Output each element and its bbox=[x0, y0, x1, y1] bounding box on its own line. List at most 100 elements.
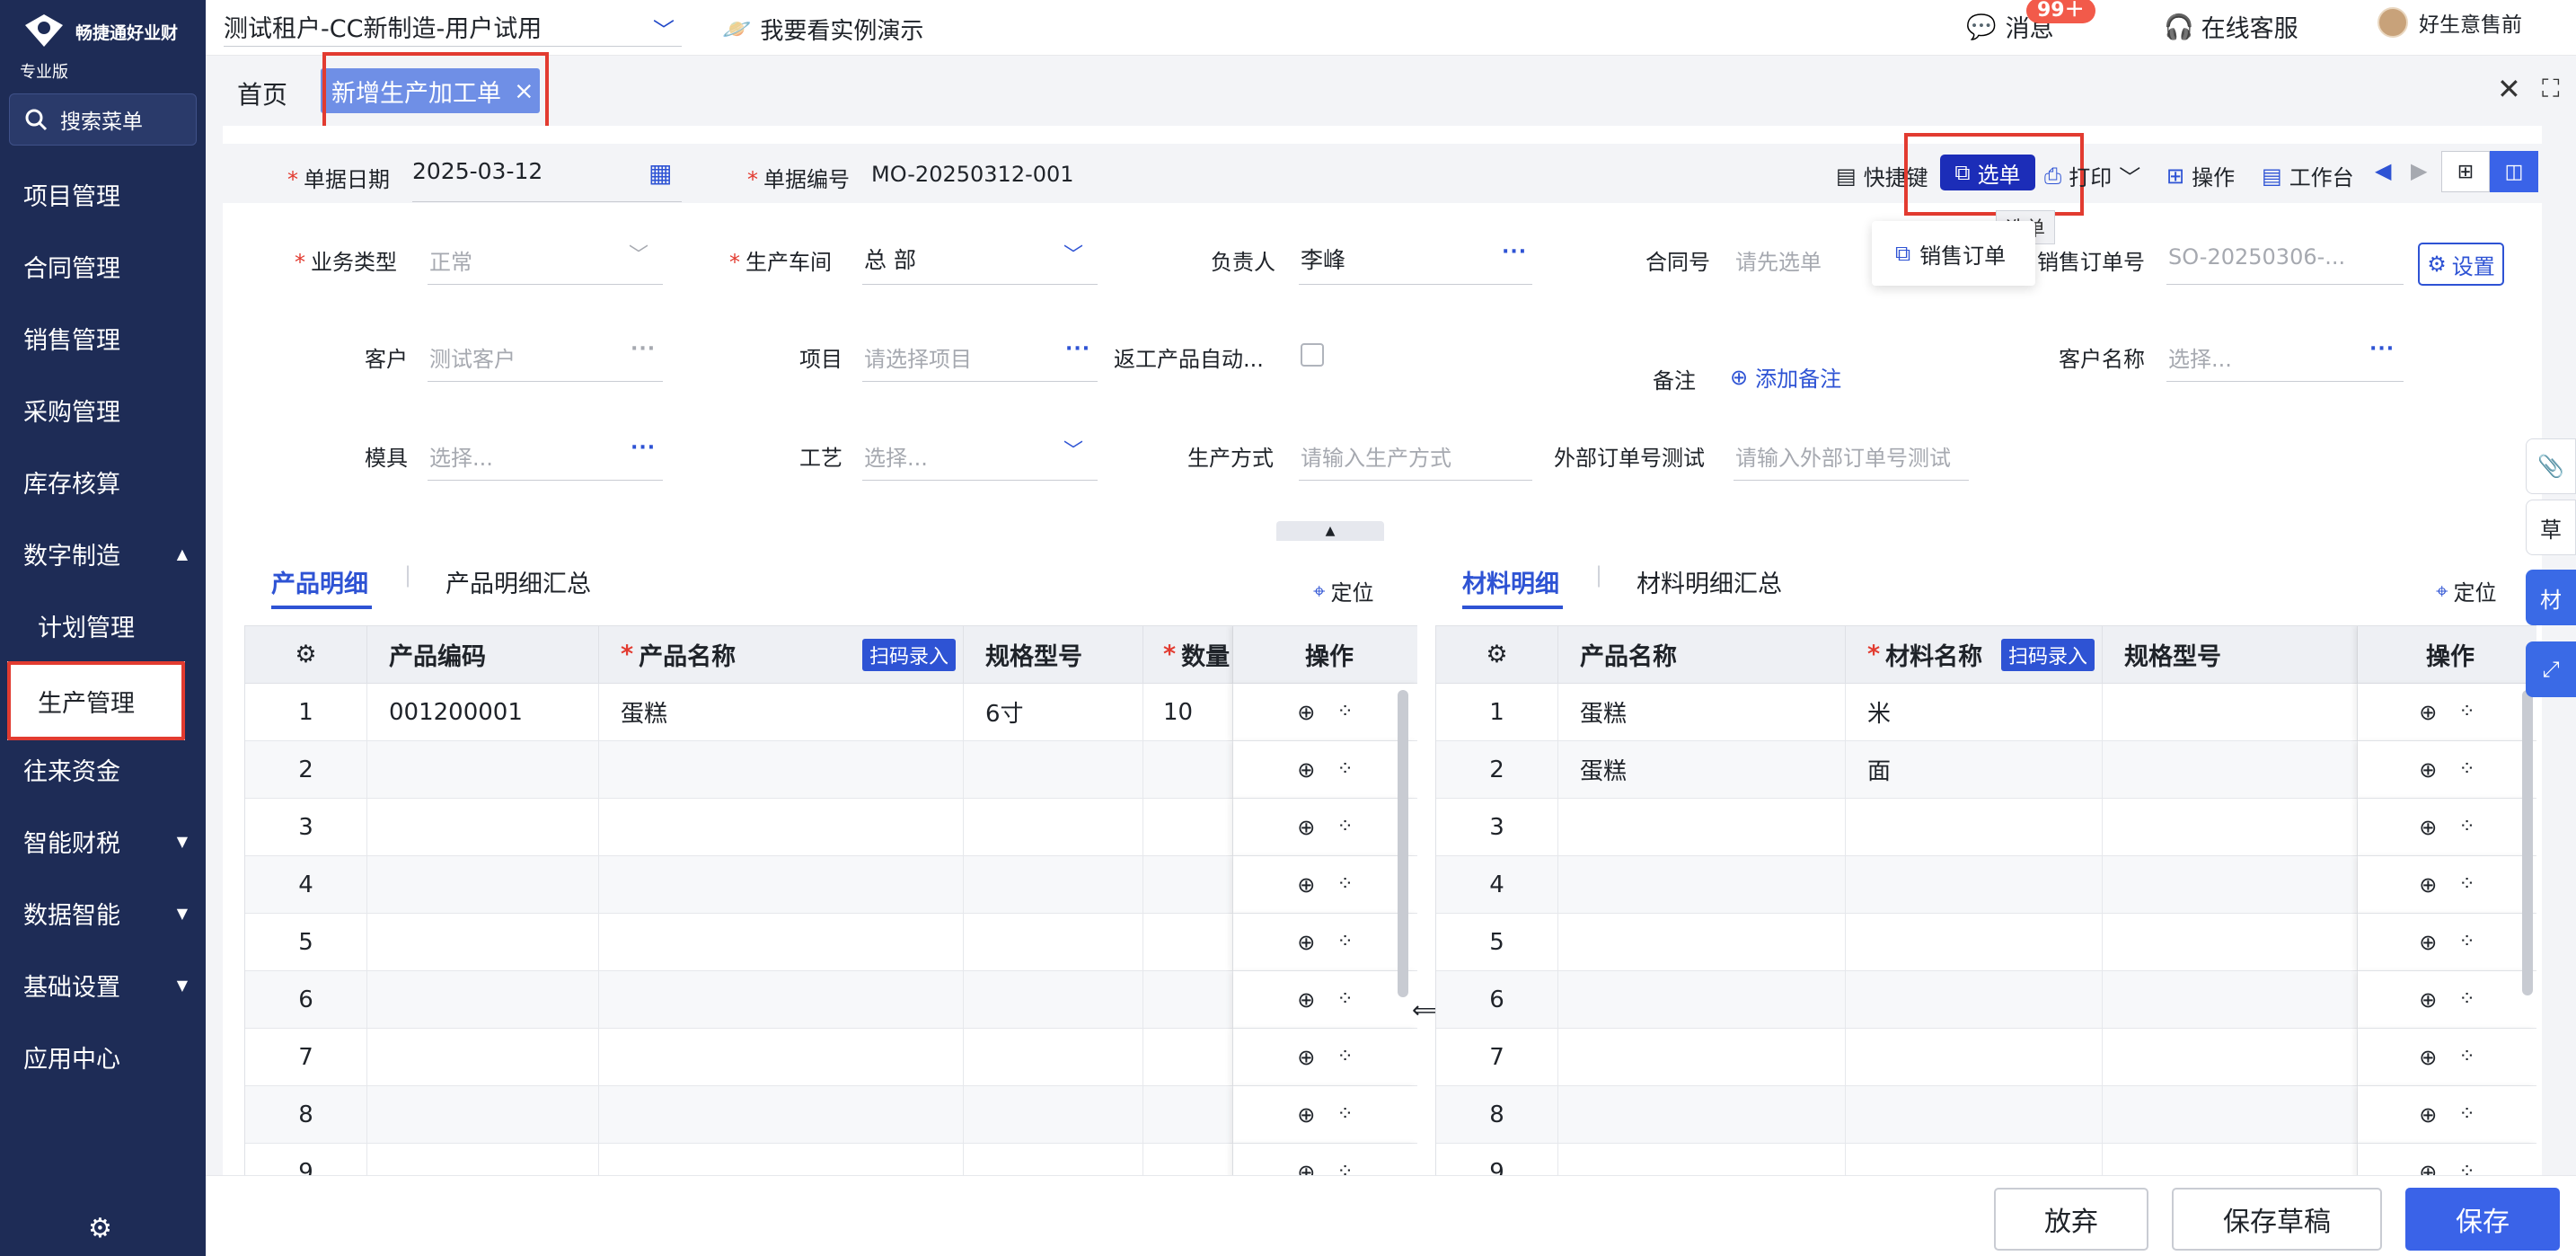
cell-code[interactable]: 001200001 bbox=[367, 684, 599, 741]
discard-button[interactable]: 放弃 bbox=[1994, 1188, 2148, 1251]
cell-name[interactable] bbox=[599, 741, 964, 799]
cell-code[interactable] bbox=[367, 799, 599, 856]
cell-name[interactable] bbox=[599, 856, 964, 914]
tab-material-detail[interactable]: 材料明细 bbox=[1462, 564, 1559, 599]
cell-material[interactable] bbox=[1846, 799, 2103, 856]
cell-spec[interactable] bbox=[2103, 1086, 2358, 1144]
customer-value[interactable]: 测试客户 bbox=[429, 341, 516, 373]
nav-item-contract[interactable]: 合同管理 bbox=[0, 230, 206, 302]
tenant-select[interactable]: 测试租户-CC新制造-用户试用 ﹀ bbox=[224, 7, 682, 47]
prev-icon[interactable]: ◀ bbox=[2375, 158, 2391, 183]
nav-item-settings[interactable]: 基础设置 ▼ bbox=[0, 949, 206, 1021]
nav-item-planning[interactable]: 计划管理 bbox=[0, 589, 206, 661]
scrollbar[interactable] bbox=[2522, 690, 2533, 995]
more-icon[interactable]: ··· bbox=[2369, 338, 2395, 360]
save-button[interactable]: 保存 bbox=[2405, 1188, 2560, 1251]
more-actions-icon[interactable]: ⁘ bbox=[2458, 1046, 2475, 1068]
cell-qty[interactable]: 10 bbox=[1143, 684, 1233, 741]
cell-product[interactable] bbox=[1558, 971, 1846, 1029]
cell-qty[interactable] bbox=[1143, 741, 1233, 799]
more-actions-icon[interactable]: ⁘ bbox=[2458, 988, 2475, 1011]
more-actions-icon[interactable]: ⁘ bbox=[2458, 1161, 2475, 1175]
nav-item-funds[interactable]: 往来资金 bbox=[0, 733, 206, 805]
more-actions-icon[interactable]: ⁘ bbox=[1337, 988, 1353, 1011]
cell-spec[interactable] bbox=[2103, 1144, 2358, 1175]
cell-spec[interactable]: 6寸 bbox=[964, 684, 1143, 741]
cell-qty[interactable] bbox=[1143, 914, 1233, 971]
add-row-icon[interactable]: ⊕ bbox=[1297, 757, 1315, 783]
cell-spec[interactable] bbox=[964, 1086, 1143, 1144]
cell-material[interactable] bbox=[1846, 1029, 2103, 1086]
cell-spec[interactable] bbox=[2103, 971, 2358, 1029]
fullscreen-icon[interactable]: ⛶ bbox=[2542, 74, 2560, 104]
support-button[interactable]: 🎧 在线客服 bbox=[2164, 9, 2298, 44]
print-button[interactable]: ⎙ 打印 ﹀ bbox=[2044, 160, 2140, 191]
rework-checkbox[interactable] bbox=[1301, 343, 1324, 367]
cell-material[interactable] bbox=[1846, 856, 2103, 914]
more-icon[interactable]: ··· bbox=[1502, 241, 1527, 263]
customer-name-input[interactable]: 选择... bbox=[2168, 341, 2232, 373]
cell-code[interactable] bbox=[367, 1029, 599, 1086]
collapse-toggle[interactable]: ▲ bbox=[1276, 521, 1384, 541]
more-actions-icon[interactable]: ⁘ bbox=[2458, 816, 2475, 838]
more-actions-icon[interactable]: ⁘ bbox=[2458, 931, 2475, 953]
expand-icon[interactable]: ⤢ bbox=[2526, 641, 2576, 697]
cell-spec[interactable] bbox=[964, 1144, 1143, 1175]
cell-product[interactable]: 蛋糕 bbox=[1558, 741, 1846, 799]
add-row-icon[interactable]: ⊕ bbox=[1297, 815, 1315, 840]
calendar-icon[interactable]: ▦ bbox=[648, 158, 672, 188]
more-icon[interactable]: ··· bbox=[631, 437, 656, 459]
cell-spec[interactable] bbox=[2103, 684, 2358, 741]
column-settings-icon[interactable]: ⚙ bbox=[1436, 626, 1558, 684]
more-actions-icon[interactable]: ⁘ bbox=[1337, 758, 1353, 781]
cell-product[interactable]: 蛋糕 bbox=[1558, 684, 1846, 741]
more-actions-icon[interactable]: ⁘ bbox=[1337, 873, 1353, 896]
cell-code[interactable] bbox=[367, 1086, 599, 1144]
add-row-icon[interactable]: ⊕ bbox=[1297, 930, 1315, 955]
cell-qty[interactable] bbox=[1143, 1144, 1233, 1175]
draft-tab[interactable]: 草 bbox=[2526, 500, 2576, 555]
column-settings-icon[interactable]: ⚙ bbox=[245, 626, 367, 684]
nav-item-apps[interactable]: 应用中心 bbox=[0, 1021, 206, 1092]
cell-code[interactable] bbox=[367, 914, 599, 971]
cell-spec[interactable] bbox=[2103, 799, 2358, 856]
add-row-icon[interactable]: ⊕ bbox=[2419, 700, 2437, 725]
locate-button-material[interactable]: ⌖ 定位 bbox=[2436, 575, 2497, 606]
cell-material[interactable] bbox=[1846, 1144, 2103, 1175]
cell-qty[interactable] bbox=[1143, 799, 1233, 856]
cell-code[interactable] bbox=[367, 971, 599, 1029]
owner-value[interactable]: 李峰 bbox=[1301, 243, 1345, 275]
nav-item-project[interactable]: 项目管理 bbox=[0, 158, 206, 230]
more-icon[interactable]: ··· bbox=[631, 338, 656, 360]
cell-material[interactable]: 面 bbox=[1846, 741, 2103, 799]
scrollbar[interactable] bbox=[1398, 690, 1408, 997]
cell-spec[interactable] bbox=[964, 799, 1143, 856]
settings-button[interactable]: ⚙ 设置 bbox=[2418, 243, 2504, 286]
workbench-button[interactable]: ▤ 工作台 bbox=[2262, 160, 2354, 191]
nav-item-tax[interactable]: 智能财税 ▼ bbox=[0, 805, 206, 877]
more-actions-icon[interactable]: ⁘ bbox=[2458, 1103, 2475, 1126]
add-row-icon[interactable]: ⊕ bbox=[1297, 1102, 1315, 1128]
cell-spec[interactable] bbox=[964, 971, 1143, 1029]
scan-entry-button[interactable]: 扫码录入 bbox=[861, 638, 956, 671]
cell-qty[interactable] bbox=[1143, 971, 1233, 1029]
cell-qty[interactable] bbox=[1143, 856, 1233, 914]
more-actions-icon[interactable]: ⁘ bbox=[1337, 816, 1353, 838]
card-view-icon[interactable]: ⊞ bbox=[2441, 151, 2490, 192]
next-icon[interactable]: ▶ bbox=[2411, 158, 2427, 183]
more-actions-icon[interactable]: ⁘ bbox=[1337, 931, 1353, 953]
contract-input[interactable]: 请先选单 bbox=[1735, 244, 1822, 276]
cell-material[interactable]: 米 bbox=[1846, 684, 2103, 741]
search-menu-button[interactable]: 搜索菜单 bbox=[9, 93, 197, 146]
mold-input[interactable]: 选择... bbox=[429, 440, 493, 472]
cell-spec[interactable] bbox=[964, 1029, 1143, 1086]
add-row-icon[interactable]: ⊕ bbox=[2419, 1102, 2437, 1128]
add-row-icon[interactable]: ⊕ bbox=[2419, 872, 2437, 898]
more-actions-icon[interactable]: ⁘ bbox=[2458, 873, 2475, 896]
more-actions-icon[interactable]: ⁘ bbox=[1337, 1103, 1353, 1126]
cell-product[interactable] bbox=[1558, 1086, 1846, 1144]
project-input[interactable]: 请选择项目 bbox=[864, 341, 972, 373]
cell-name[interactable] bbox=[599, 971, 964, 1029]
cell-material[interactable] bbox=[1846, 971, 2103, 1029]
user-menu[interactable]: 好生意售前 bbox=[2378, 7, 2522, 38]
